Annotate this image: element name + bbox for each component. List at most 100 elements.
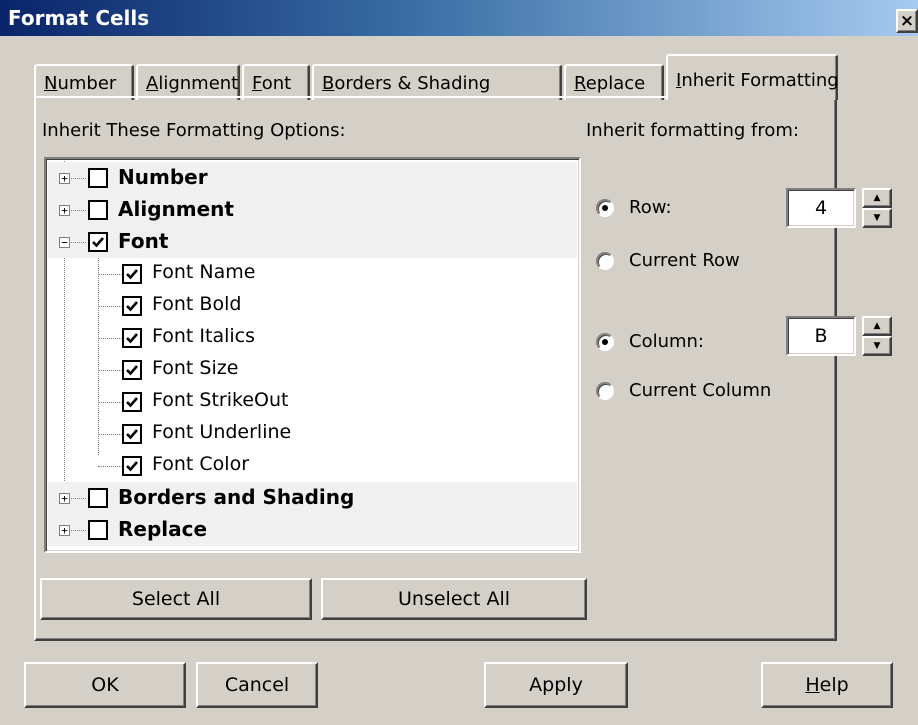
current-row-radio[interactable] [596, 252, 614, 270]
expand-icon[interactable]: + [59, 205, 70, 216]
column-spin-down-button[interactable]: ▼ [862, 336, 892, 356]
tree-node-label: Font Underline [152, 421, 292, 443]
tree-connector [98, 274, 122, 275]
tab-number[interactable]: Number [34, 64, 134, 100]
tab-label: Number [44, 72, 117, 94]
checkbox-checked[interactable] [122, 296, 142, 316]
tree-node-label: Font Name [152, 261, 256, 283]
column-value: B [814, 325, 828, 347]
current-column-label: Current Column [629, 380, 772, 401]
tree-node[interactable]: + Replace [48, 514, 577, 546]
close-icon: × [899, 10, 915, 31]
tree-child-node[interactable]: Font Bold [48, 290, 577, 322]
checkbox-checked[interactable] [122, 424, 142, 444]
column-spinner[interactable]: ▲ ▼ [862, 316, 892, 356]
tab-label: Alignment [146, 72, 239, 94]
options-heading: Inherit These Formatting Options: [42, 120, 346, 141]
expand-icon[interactable]: + [59, 493, 70, 504]
help-rest: elp [819, 674, 849, 696]
tab-label: Borders & Shading [322, 72, 491, 94]
checkbox-checked[interactable] [122, 456, 142, 476]
row-spin-up-button[interactable]: ▲ [862, 188, 892, 208]
inherit-from-heading: Inherit formatting from: [586, 120, 800, 141]
tree-node[interactable]: + Alignment [48, 194, 577, 226]
tree-node-label: Replace [118, 517, 208, 541]
apply-button[interactable]: Apply [484, 662, 628, 708]
cancel-label: Cancel [224, 674, 290, 696]
tree-node-label: Borders and Shading [118, 485, 355, 509]
checkbox-unchecked[interactable] [88, 200, 108, 220]
help-button[interactable]: Help [761, 662, 893, 708]
tree-node-label: Font Bold [152, 293, 242, 315]
unselect-all-label: Unselect All [398, 588, 510, 610]
title-bar: Format Cells × [0, 0, 918, 36]
formatting-options-tree[interactable]: + Number + Alignment − Font Font Name Font Bold… [44, 157, 581, 553]
apply-label: Apply [529, 674, 583, 696]
arrow-up-icon: ▲ [873, 320, 881, 331]
checkbox-checked[interactable] [122, 360, 142, 380]
expand-icon[interactable]: + [59, 525, 70, 536]
tree-child-node[interactable]: Font Underline [48, 418, 577, 450]
tree-node[interactable]: + Number [48, 162, 577, 194]
tab-replace[interactable]: Replace [564, 64, 664, 100]
checkbox-unchecked[interactable] [88, 168, 108, 188]
tab-label: Replace [574, 72, 646, 94]
checkbox-checked[interactable] [122, 264, 142, 284]
arrow-down-icon: ▼ [873, 340, 881, 351]
column-label: Column: [629, 331, 704, 352]
column-letter-field[interactable]: B [786, 316, 856, 356]
tree-child-node[interactable]: Font StrikeOut [48, 386, 577, 418]
tab-label: Font [252, 72, 292, 94]
select-all-label: Select All [131, 588, 221, 610]
ok-label: OK [91, 674, 119, 696]
tree-node[interactable]: − Font [48, 226, 577, 258]
checkbox-unchecked[interactable] [88, 488, 108, 508]
collapse-icon[interactable]: − [59, 237, 70, 248]
cancel-button[interactable]: Cancel [196, 662, 318, 708]
tree-child-node[interactable]: Font Italics [48, 322, 577, 354]
tree-node-label: Font [118, 229, 169, 253]
tree-child-node[interactable]: Font Color [48, 450, 577, 482]
tree-connector [98, 338, 122, 339]
column-spin-up-button[interactable]: ▲ [862, 316, 892, 336]
tree-child-node[interactable]: Font Size [48, 354, 577, 386]
tab-borders-shading[interactable]: Borders & Shading [312, 64, 562, 100]
window-title: Format Cells [8, 6, 150, 30]
tab-inherit-formatting[interactable]: Inherit Formatting [666, 54, 839, 100]
tree-node[interactable]: + Borders and Shading [48, 482, 577, 514]
close-button[interactable]: × [896, 9, 918, 33]
tab-alignment[interactable]: Alignment [136, 64, 240, 100]
tab-label: Inherit Formatting [676, 69, 839, 91]
ok-button[interactable]: OK [24, 662, 186, 708]
checkbox-unchecked[interactable] [88, 520, 108, 540]
current-column-radio[interactable] [596, 382, 614, 400]
tree-connector [98, 434, 122, 435]
checkbox-checked[interactable] [122, 392, 142, 412]
row-radio[interactable] [596, 199, 614, 217]
tree-connector [98, 466, 122, 467]
tree-node-label: Alignment [118, 197, 234, 221]
unselect-all-button[interactable]: Unselect All [321, 578, 587, 620]
checkbox-checked[interactable] [122, 328, 142, 348]
arrow-down-icon: ▼ [873, 212, 881, 223]
tree-node-label: Font Italics [152, 325, 256, 347]
help-label: Help [805, 674, 848, 696]
help-accel: H [805, 674, 820, 696]
row-spin-down-button[interactable]: ▼ [862, 208, 892, 228]
tab-font[interactable]: Font [242, 64, 310, 100]
column-radio[interactable] [596, 333, 614, 351]
current-row-label: Current Row [629, 250, 740, 271]
tree-node-label: Font Color [152, 453, 250, 475]
checkbox-checked[interactable] [88, 232, 108, 252]
row-spinner[interactable]: ▲ ▼ [862, 188, 892, 228]
expand-icon[interactable]: + [59, 173, 70, 184]
tree-connector [98, 370, 122, 371]
tree-child-node[interactable]: Font Name [48, 258, 577, 290]
arrow-up-icon: ▲ [873, 192, 881, 203]
tree-node-label: Font StrikeOut [152, 389, 289, 411]
select-all-button[interactable]: Select All [40, 578, 312, 620]
tree-node-label: Font Size [152, 357, 239, 379]
tree-connector [98, 306, 122, 307]
row-number-field[interactable]: 4 [786, 188, 856, 228]
row-label: Row: [629, 197, 672, 218]
